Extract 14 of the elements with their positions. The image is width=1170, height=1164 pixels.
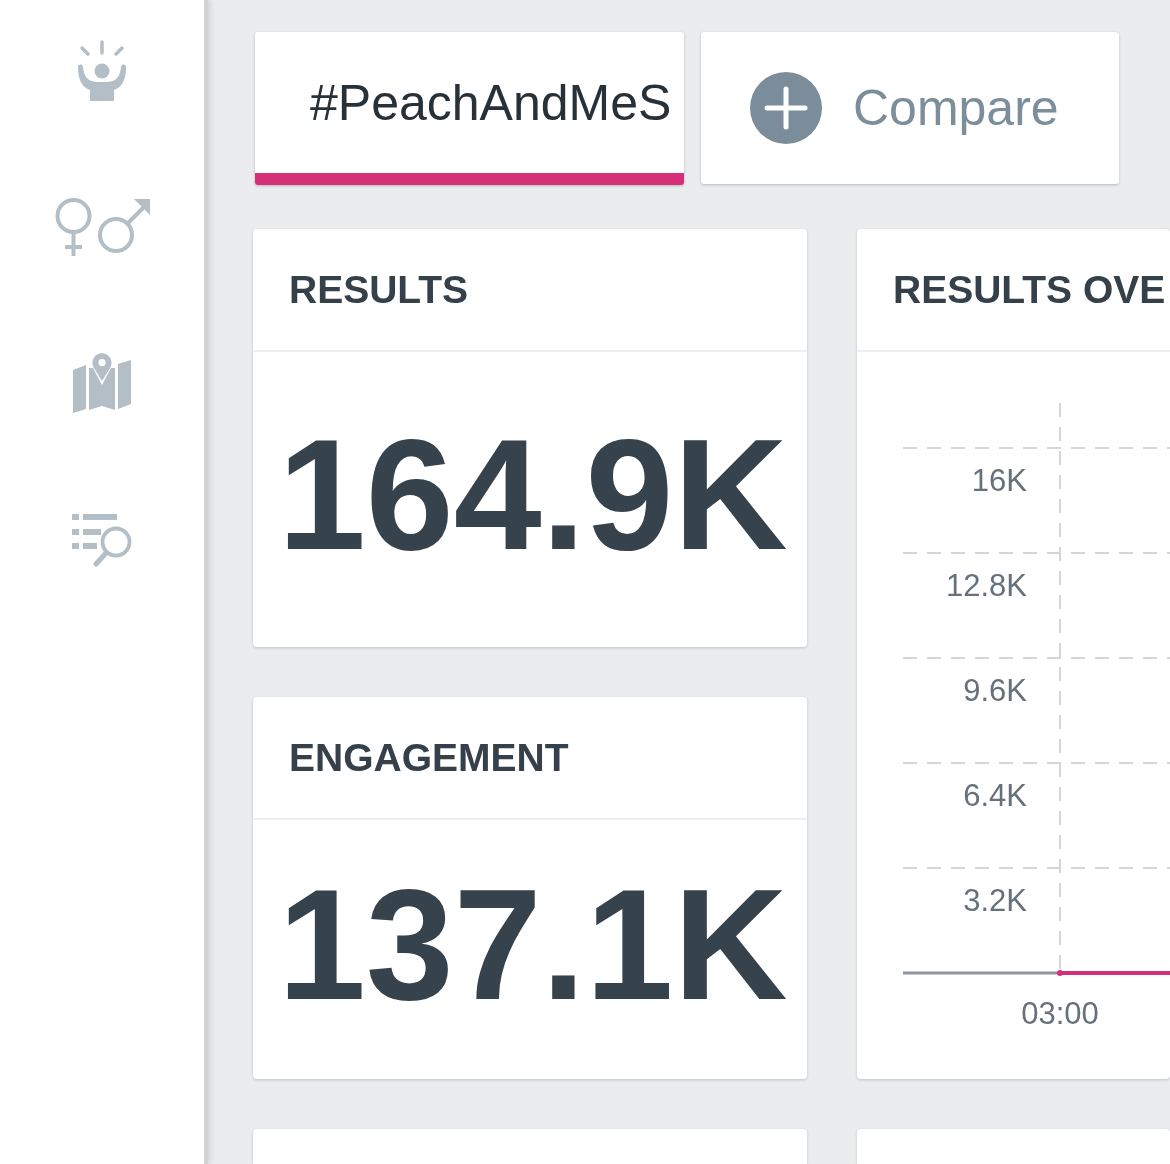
hashtag-tab[interactable]: #PeachAndMeS — [255, 32, 684, 185]
card-title: RESULTS OVE — [893, 267, 1166, 312]
y-axis-label: 3.2K — [963, 883, 1027, 918]
y-axis-label: 6.4K — [963, 778, 1027, 813]
y-axis-label: 12.8K — [946, 568, 1027, 603]
metric-value: 137.1K — [278, 864, 788, 1023]
metric-value: 164.9K — [278, 414, 788, 573]
card-title: RESULTS — [289, 267, 469, 312]
x-axis-label: 03:00 — [1021, 996, 1099, 1031]
y-axis-label: 16K — [971, 463, 1027, 498]
plus-icon — [750, 72, 822, 144]
map-pin-icon[interactable] — [72, 352, 132, 414]
y-axis-label: 9.6K — [963, 673, 1027, 708]
card-title: ENGAGEMENT — [289, 735, 569, 780]
